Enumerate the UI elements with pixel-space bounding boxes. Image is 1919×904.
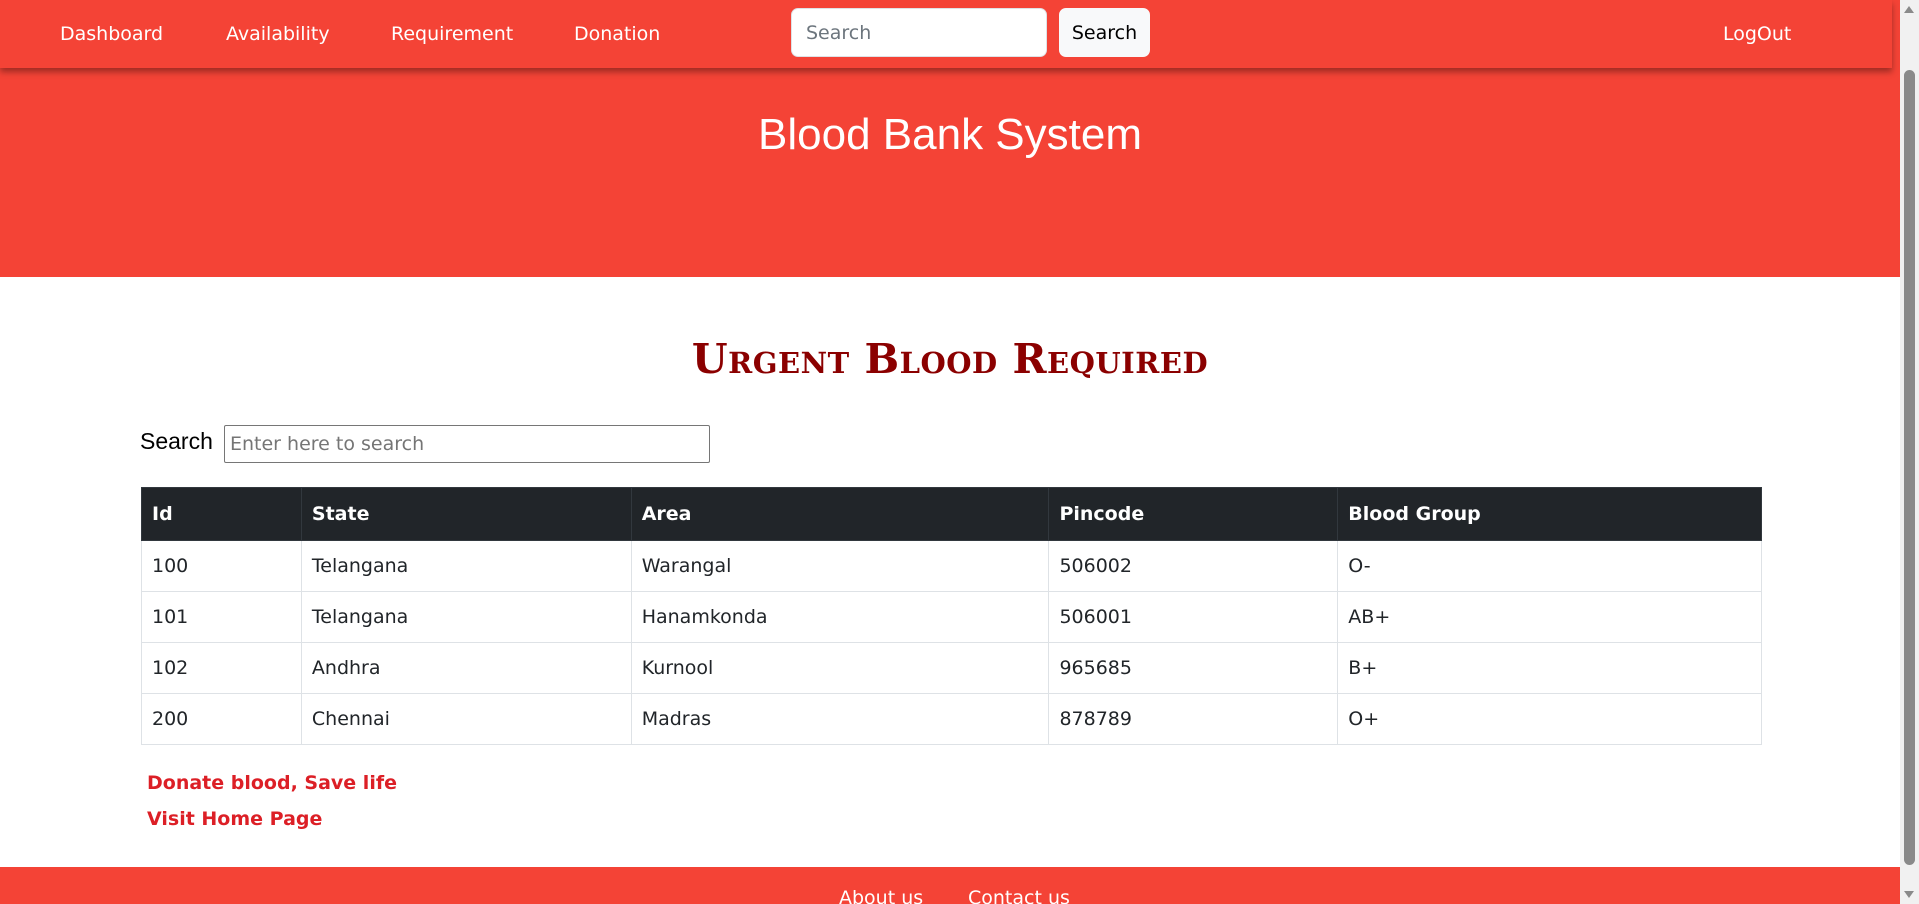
page: Blood Bank System Dashboard Availability…: [0, 0, 1900, 904]
cell-area: Kurnool: [630, 642, 1050, 694]
table-row: 101 Telangana Hanamkonda 506001 AB+: [141, 591, 1762, 643]
cell-state: Andhra: [300, 642, 632, 694]
top-navbar: Dashboard Availability Requirement Donat…: [0, 0, 1892, 68]
page-title: Blood Bank System: [758, 110, 1142, 159]
donate-blood-link[interactable]: Donate blood, Save life: [147, 772, 397, 794]
cell-blood-group: B+: [1337, 642, 1762, 694]
page-footer: About us Contact us: [0, 867, 1900, 904]
table-row: 100 Telangana Warangal 506002 O-: [141, 540, 1762, 592]
table-row: 102 Andhra Kurnool 965685 B+: [141, 642, 1762, 694]
nav-item-dashboard[interactable]: Dashboard: [60, 0, 163, 68]
cell-pincode: 878789: [1048, 693, 1339, 745]
table-header-row: Id State Area Pincode Blood Group: [141, 487, 1762, 541]
cell-id: 101: [141, 591, 302, 643]
cell-id: 200: [141, 693, 302, 745]
column-header-pincode: Pincode: [1048, 487, 1339, 541]
cell-id: 100: [141, 540, 302, 592]
footer-contact-link[interactable]: Contact us: [968, 887, 1070, 904]
nav-item-requirement[interactable]: Requirement: [391, 0, 513, 68]
scroll-thumb[interactable]: [1904, 70, 1915, 865]
cell-area: Hanamkonda: [630, 591, 1050, 643]
nav-search-button[interactable]: Search: [1059, 8, 1150, 57]
footer-about-link[interactable]: About us: [839, 887, 923, 904]
cell-state: Chennai: [300, 693, 632, 745]
requirements-table: Id State Area Pincode Blood Group 100 Te…: [141, 487, 1762, 745]
nav-item-donation[interactable]: Donation: [574, 0, 660, 68]
cell-pincode: 506001: [1048, 591, 1339, 643]
cell-id: 102: [141, 642, 302, 694]
scroll-down-arrow-icon[interactable]: [1904, 891, 1914, 898]
scroll-up-arrow-icon[interactable]: [1904, 6, 1914, 13]
column-header-blood-group: Blood Group: [1337, 487, 1762, 541]
cell-blood-group: AB+: [1337, 591, 1762, 643]
cell-state: Telangana: [300, 591, 632, 643]
logout-link[interactable]: LogOut: [1723, 0, 1791, 68]
cell-pincode: 506002: [1048, 540, 1339, 592]
cell-blood-group: O+: [1337, 693, 1762, 745]
column-header-area: Area: [630, 487, 1050, 541]
cell-area: Warangal: [630, 540, 1050, 592]
cell-blood-group: O-: [1337, 540, 1762, 592]
cell-state: Telangana: [300, 540, 632, 592]
search-label: Search: [140, 428, 213, 454]
cell-area: Madras: [630, 693, 1050, 745]
section-heading: Urgent Blood Required: [691, 335, 1209, 383]
visit-home-link[interactable]: Visit Home Page: [147, 808, 322, 830]
nav-search-input[interactable]: [791, 8, 1047, 57]
column-header-id: Id: [141, 487, 302, 541]
cell-pincode: 965685: [1048, 642, 1339, 694]
table-row: 200 Chennai Madras 878789 O+: [141, 693, 1762, 745]
nav-item-availability[interactable]: Availability: [226, 0, 330, 68]
table-search-input[interactable]: [224, 425, 710, 463]
column-header-state: State: [300, 487, 632, 541]
vertical-scrollbar[interactable]: [1900, 0, 1919, 904]
